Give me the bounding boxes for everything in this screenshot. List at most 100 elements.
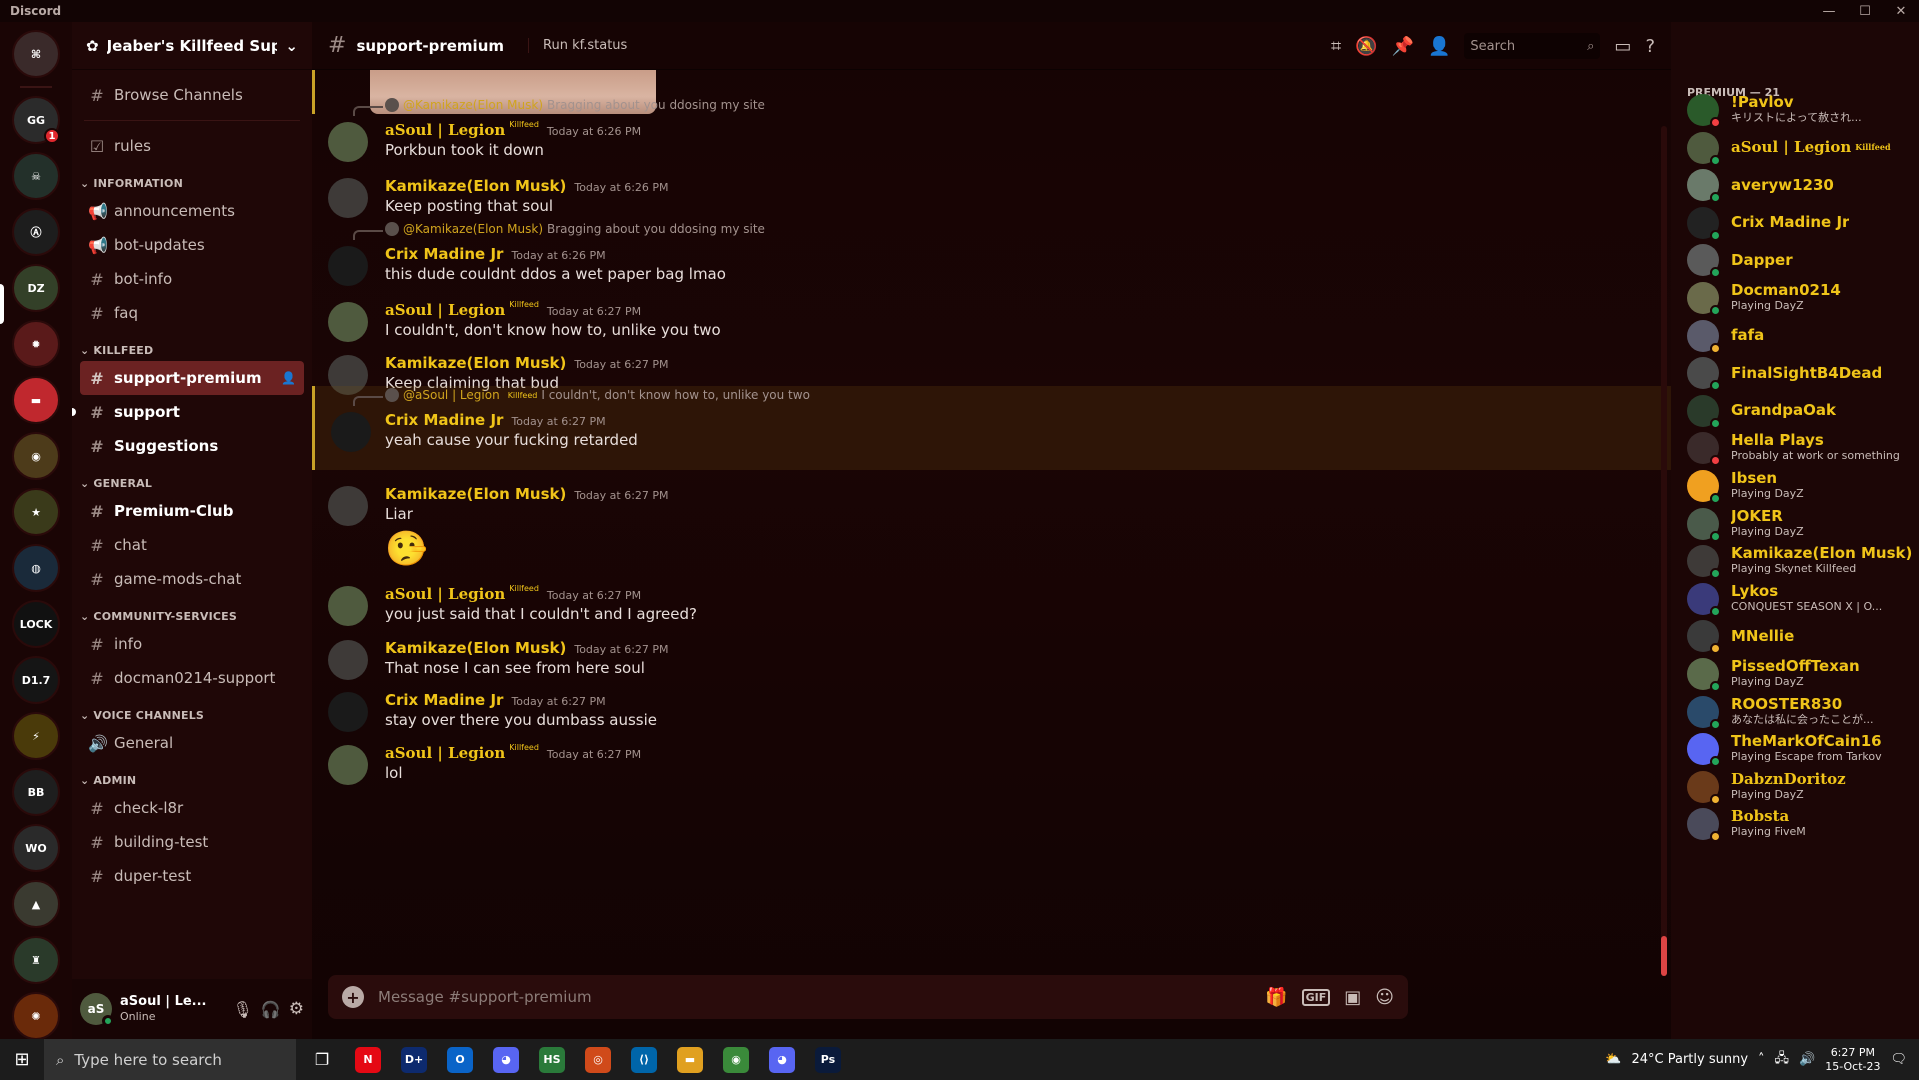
pin-icon[interactable]: 📌 [1392, 36, 1414, 57]
headphones-icon[interactable]: 🎧 [261, 1000, 281, 1019]
server-icon[interactable]: ✺ [12, 992, 60, 1039]
server-icon[interactable]: D1.7 [12, 656, 60, 704]
channel-faq[interactable]: # faq [80, 296, 304, 330]
help-icon[interactable]: ? [1645, 36, 1655, 57]
windows-start-icon[interactable]: ⊞ [0, 1039, 44, 1080]
server-icon[interactable]: ▲ [12, 880, 60, 928]
message-author[interactable]: Crix Madine Jr [385, 245, 503, 263]
channel-premium-club[interactable]: # Premium-Club [80, 494, 304, 528]
scrollbar-thumb[interactable] [1661, 936, 1667, 976]
message-avatar[interactable] [328, 178, 368, 218]
category-header[interactable]: ⌄ VOICE CHANNELS [80, 695, 304, 726]
channel-chat[interactable]: # chat [80, 528, 304, 562]
emoji-icon[interactable]: ☺ [1375, 987, 1394, 1008]
server-icon[interactable]: ⚡ [12, 712, 60, 760]
server-icon[interactable]: GG 1 [12, 96, 60, 144]
photoshop-icon[interactable]: Ps [808, 1039, 848, 1080]
server-icon[interactable]: ✹ [12, 320, 60, 368]
channel-general[interactable]: 🔊 General [80, 726, 304, 760]
reply-author[interactable]: @Kamikaze(Elon Musk) [403, 222, 543, 236]
member-item[interactable]: Bobsta Playing FiveM [1679, 802, 1911, 846]
notifications-icon[interactable]: 🗨 [1890, 1052, 1907, 1067]
chat-message[interactable]: @Kamikaze(Elon Musk) Bragging about you d… [312, 220, 1671, 300]
channel-bot-info[interactable]: # bot-info [80, 262, 304, 296]
disney-plus-icon[interactable]: D+ [394, 1039, 434, 1080]
reply-preview[interactable]: @aSoul | Legion Killfeed I couldn't, don't… [353, 388, 810, 406]
discord-active-icon[interactable]: ◕ [762, 1039, 802, 1080]
chat-scrollbar[interactable] [1661, 126, 1667, 976]
volume-icon[interactable]: 🔊 [1799, 1052, 1815, 1067]
vscode-icon[interactable]: ⟨⟩ [624, 1039, 664, 1080]
category-header[interactable]: ⌄ INFORMATION [80, 163, 304, 194]
message-author[interactable]: aSoul | Legion [385, 585, 505, 603]
invite-member-icon[interactable]: 👤 [281, 371, 296, 385]
message-author[interactable]: aSoul | Legion [385, 121, 505, 139]
file-explorer-icon[interactable]: ▬ [670, 1039, 710, 1080]
server-icon[interactable]: ★ [12, 488, 60, 536]
chat-message[interactable]: aSoul | Legion Killfeed Today at 6:27 PM lo… [312, 739, 1671, 793]
message-avatar[interactable] [328, 640, 368, 680]
channel-bot-updates[interactable]: 📢 bot-updates [80, 228, 304, 262]
category-header[interactable]: ⌄ KILLFEED [80, 330, 304, 361]
notification-mute-icon[interactable]: 🔕 [1355, 36, 1377, 57]
maximize-button[interactable]: ☐ [1847, 0, 1883, 22]
chat-message[interactable]: aSoul | Legion Killfeed Today at 6:27 PM I … [312, 296, 1671, 350]
minimize-button[interactable]: — [1811, 0, 1847, 22]
channel-check-l8r[interactable]: # check-l8r [80, 791, 304, 825]
message-author[interactable]: Kamikaze(Elon Musk) [385, 177, 566, 195]
channel-duper-test[interactable]: # duper-test [80, 859, 304, 893]
message-author[interactable]: Kamikaze(Elon Musk) [385, 354, 566, 372]
server-icon[interactable]: ▬ [12, 376, 60, 424]
browse-channels-button[interactable]: # Browse Channels [80, 78, 304, 112]
sticker-icon[interactable]: ▣ [1344, 987, 1361, 1008]
member-list-icon[interactable]: 👤 [1428, 36, 1450, 57]
close-button[interactable]: ✕ [1883, 0, 1919, 22]
message-author[interactable]: Crix Madine Jr [385, 411, 503, 429]
channel-rules[interactable]: ☑ rules [80, 129, 304, 163]
message-avatar[interactable] [328, 122, 368, 162]
chat-message[interactable]: @aSoul | Legion Killfeed I couldn't, don't… [312, 386, 1671, 470]
reply-author[interactable]: @Kamikaze(Elon Musk) [403, 98, 543, 112]
message-input[interactable]: Message #support-premium [378, 988, 1251, 1006]
message-avatar[interactable] [331, 412, 371, 452]
search-input[interactable]: Search ⌕ [1464, 33, 1601, 59]
channel-suggestions[interactable]: # Suggestions [80, 429, 304, 463]
channel-support[interactable]: # support [72, 395, 304, 429]
server-icon[interactable]: LOCK [12, 600, 60, 648]
server-icon[interactable]: ⌘ [12, 30, 60, 78]
avatar[interactable]: aS [80, 993, 114, 1027]
reply-author[interactable]: @aSoul | Legion [403, 388, 500, 402]
server-icon[interactable]: ◉ [12, 432, 60, 480]
category-header[interactable]: ⌄ ADMIN [80, 760, 304, 791]
server-icon[interactable]: WO [12, 824, 60, 872]
message-avatar[interactable] [328, 586, 368, 626]
server-icon[interactable]: ☠ [12, 152, 60, 200]
netflix-icon[interactable]: N [348, 1039, 388, 1080]
weather-text[interactable]: 24°C Partly sunny [1631, 1052, 1748, 1067]
channel-game-mods-chat[interactable]: # game-mods-chat [80, 562, 304, 596]
server-icon[interactable]: ♜ [12, 936, 60, 984]
reply-preview[interactable]: @Kamikaze(Elon Musk) Bragging about you d… [353, 222, 765, 240]
settings-gear-icon[interactable]: ⚙ [289, 999, 304, 1019]
task-view-icon[interactable]: ❐ [302, 1039, 342, 1080]
message-author[interactable]: aSoul | Legion [385, 744, 505, 762]
server-icon[interactable]: BB [12, 768, 60, 816]
network-icon[interactable]: 🖧 [1775, 1049, 1790, 1071]
threads-icon[interactable]: ⌗ [1331, 36, 1341, 57]
message-avatar[interactable] [328, 692, 368, 732]
add-attachment-button[interactable]: + [342, 986, 364, 1008]
channel-building-test[interactable]: # building-test [80, 825, 304, 859]
gift-icon[interactable]: 🎁 [1265, 987, 1287, 1008]
chat-message[interactable]: aSoul | Legion Killfeed Today at 6:27 PM yo… [312, 580, 1671, 634]
chat-message[interactable]: Kamikaze(Elon Musk) Today at 6:26 PM Keep … [312, 172, 1671, 226]
message-author[interactable]: aSoul | Legion [385, 301, 505, 319]
discord-icon[interactable]: ◕ [486, 1039, 526, 1080]
server-header[interactable]: ✿ Jeaber's Killfeed Sup... ⌄ [72, 22, 312, 70]
hs-app-icon[interactable]: HS [532, 1039, 572, 1080]
channel-info[interactable]: # info [80, 627, 304, 661]
message-author[interactable]: Kamikaze(Elon Musk) [385, 639, 566, 657]
message-avatar[interactable] [328, 302, 368, 342]
channel-docman0214-support[interactable]: # docman0214-support [80, 661, 304, 695]
chat-message[interactable]: Kamikaze(Elon Musk) Today at 6:27 PM That … [312, 634, 1671, 688]
server-icon[interactable]: DZ [12, 264, 60, 312]
